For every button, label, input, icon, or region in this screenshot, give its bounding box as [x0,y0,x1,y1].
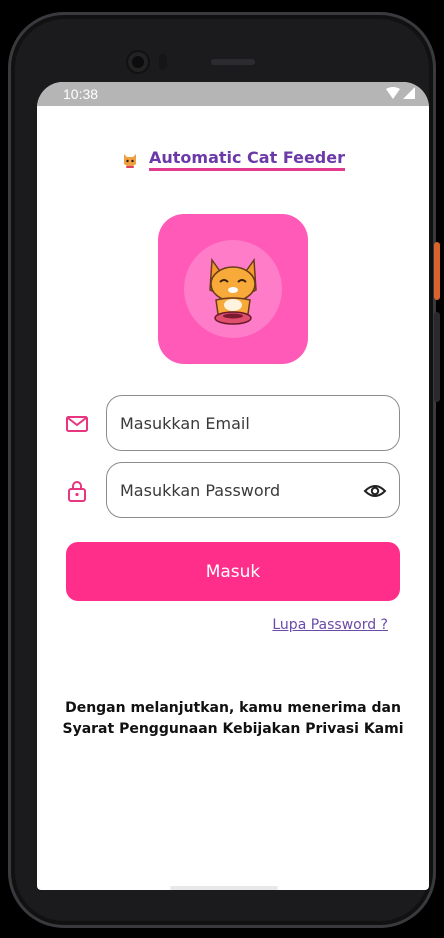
mail-icon [66,416,88,432]
password-input[interactable] [118,479,352,501]
login-button[interactable]: Masuk [66,542,400,601]
phone-frame: 10:38 Automatic Cat Feeder Masukkan Emai… [8,12,440,928]
terms-line-2: Syarat Penggunaan Kebijakan Privasi Kami [62,721,404,737]
wifi-icon [386,87,400,99]
app-header: Automatic Cat Feeder [37,148,429,171]
earpiece-speaker [211,59,255,65]
volume-button [434,242,440,300]
status-bar: 10:38 [37,82,429,106]
password-field[interactable] [106,462,400,518]
app-logo [158,214,308,364]
home-indicator[interactable] [170,886,278,890]
cat-mascot-icon [209,257,257,325]
signal-icon [403,87,415,99]
forgot-password-link[interactable]: Lupa Password ? [272,617,388,633]
front-camera [128,52,148,72]
terms-text: Dengan melanjutkan, kamu menerima dan Sy… [37,698,429,740]
screen: 10:38 Automatic Cat Feeder Masukkan Emai… [37,82,429,890]
email-field[interactable] [106,395,400,451]
password-row [65,462,401,518]
terms-line-1: Dengan melanjutkan, kamu menerima dan [65,700,401,716]
email-row [65,395,401,451]
eye-icon[interactable] [363,479,387,503]
app-title: Automatic Cat Feeder [148,148,345,171]
email-input[interactable] [118,412,352,434]
proximity-sensor [159,54,167,70]
power-button [434,312,440,402]
lock-icon [68,481,86,502]
cat-head-icon [123,153,136,168]
status-time: 10:38 [63,86,99,102]
